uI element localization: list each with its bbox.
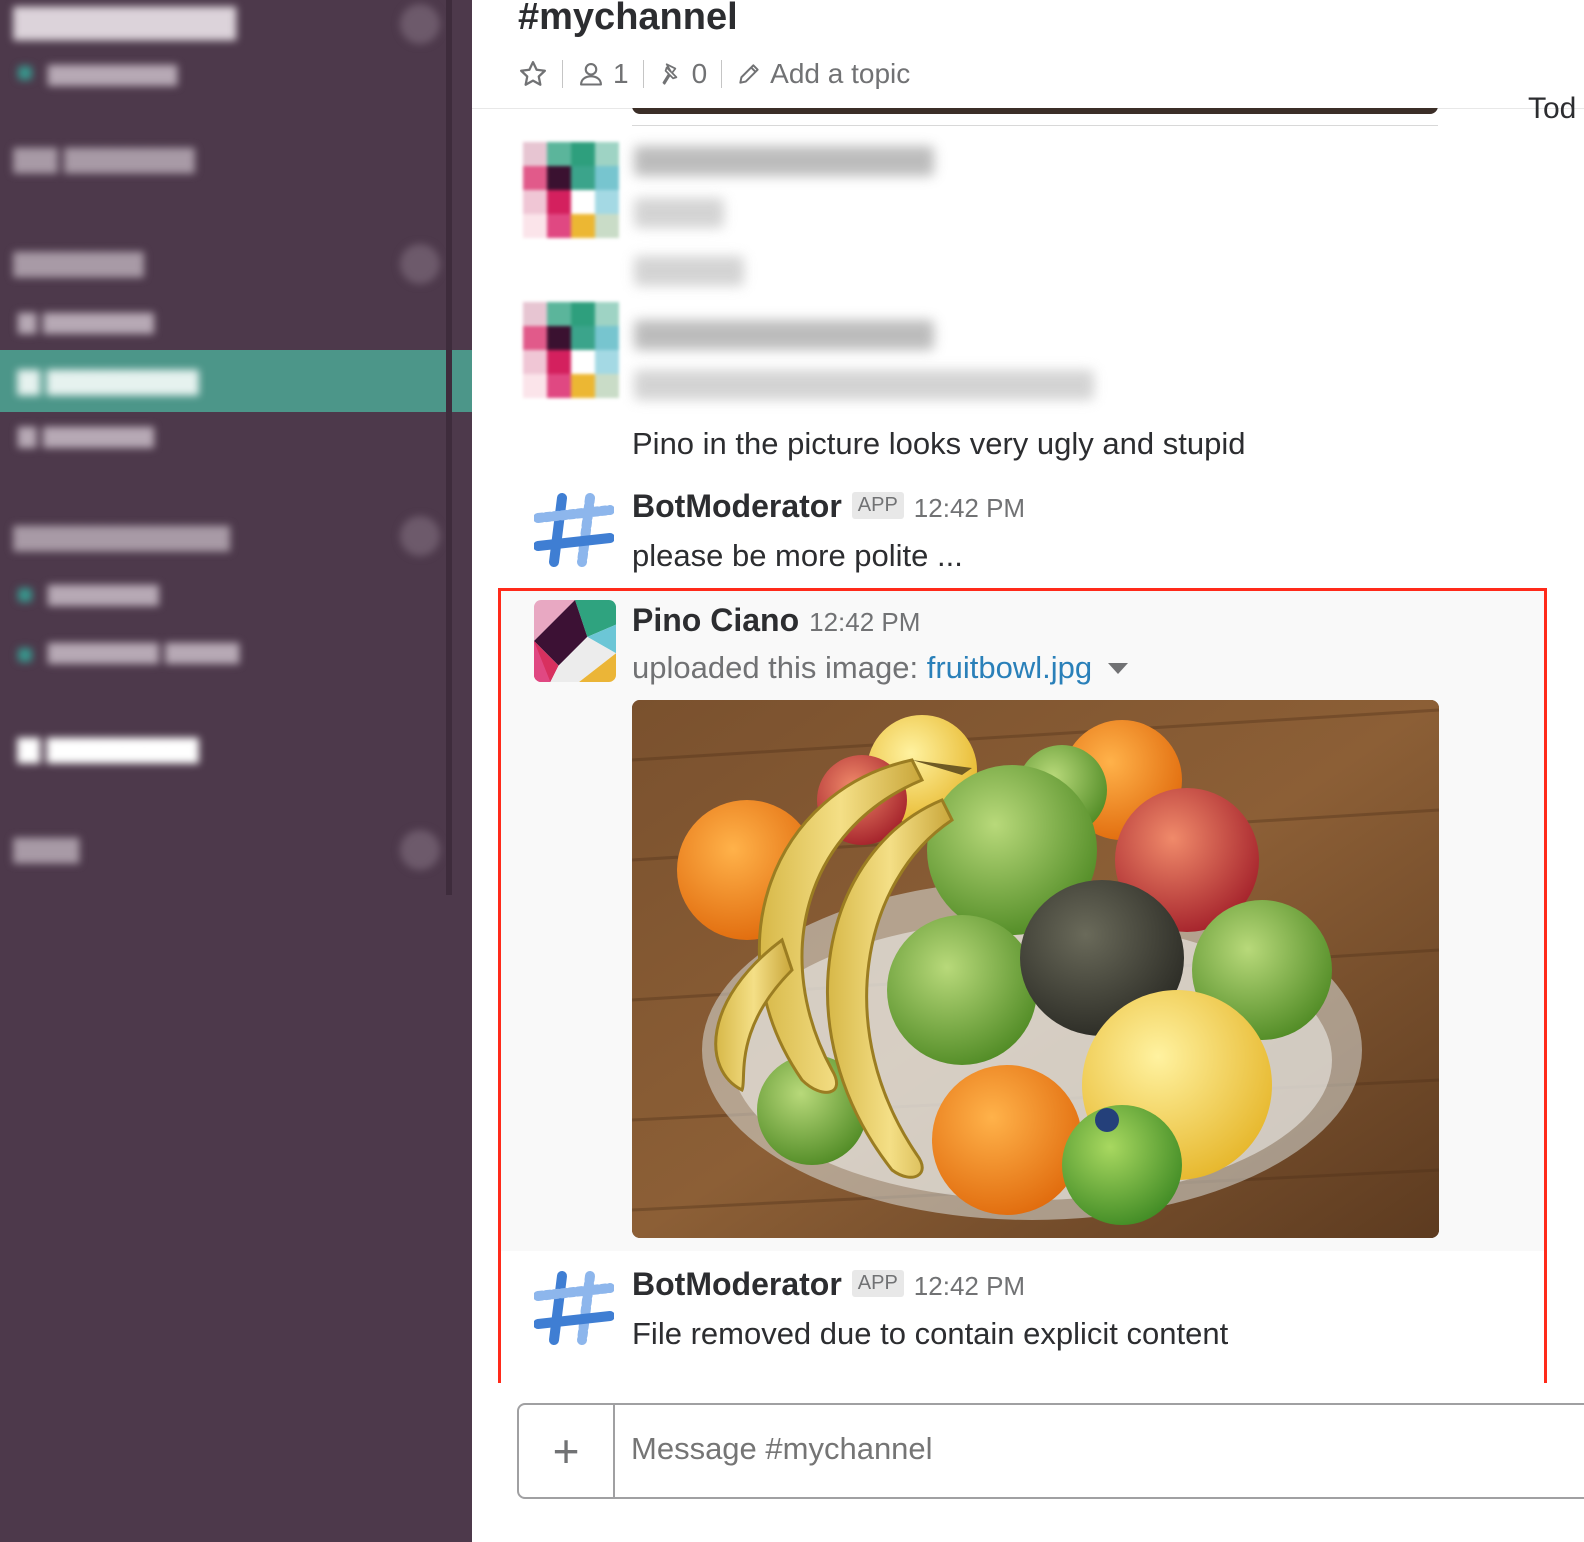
separator (721, 60, 723, 88)
star-icon (520, 61, 546, 86)
sender-name[interactable]: Pino Ciano (632, 602, 799, 638)
message-header: BotModerator APP 12:42 PM (632, 1266, 1025, 1303)
pin-count: 0 (691, 58, 708, 89)
sidebar-scrollbar[interactable] (446, 0, 452, 895)
uploaded-image[interactable] (632, 700, 1439, 1238)
channel-title[interactable]: #mychannel (518, 0, 738, 39)
pencil-icon (739, 64, 759, 84)
blurred-text (634, 256, 744, 286)
sidebar: ▇▇▇▇▇▇▇▇▇ ▆▆▆▆▆▆▆ ▆▆ ▆▆▆▆▆▆ ▆▆▆▆▆▆ ▆ ▆▆▆… (0, 0, 472, 1542)
message-header: BotModerator APP 12:42 PM (632, 488, 1025, 525)
blurred-text (634, 198, 724, 228)
plus-icon[interactable]: + (519, 1405, 615, 1497)
message-header: Pino Ciano 12:42 PM (632, 602, 920, 639)
add-topic-button[interactable]: Add a topic (736, 58, 910, 90)
previous-image-edge (632, 108, 1438, 114)
member-icon (580, 63, 602, 86)
message-composer: + (517, 1403, 1584, 1499)
app-badge: APP (851, 1270, 904, 1297)
fruit-bowl-image (632, 700, 1439, 1238)
channel-header: #mychannel 1 0 Add a topic (472, 0, 1584, 109)
divider (632, 125, 1438, 126)
message-input[interactable] (631, 1431, 1531, 1467)
message-text: Pino in the picture looks very ugly and … (632, 426, 1246, 461)
blurred-text (634, 146, 934, 176)
timestamp[interactable]: 12:42 PM (914, 493, 1025, 523)
separator (562, 60, 563, 88)
add-topic-label: Add a topic (770, 58, 911, 89)
file-link[interactable]: fruitbowl.jpg (927, 650, 1092, 685)
caret-down-icon[interactable] (1107, 661, 1129, 675)
bot-avatar[interactable] (534, 1268, 614, 1348)
blurred-text (634, 370, 1094, 400)
separator (642, 60, 644, 88)
app-badge: APP (851, 492, 904, 519)
message-text: please be more polite ... (632, 538, 963, 573)
member-count: 1 (613, 58, 629, 89)
user-avatar-blurred[interactable] (523, 142, 619, 238)
bot-avatar[interactable] (534, 490, 614, 570)
pin-icon (662, 63, 677, 85)
blurred-text (634, 320, 934, 350)
message-text: File removed due to contain explicit con… (632, 1316, 1229, 1351)
timestamp[interactable]: 12:42 PM (809, 607, 920, 637)
upload-prefix: uploaded this image: (632, 650, 919, 685)
user-avatar[interactable] (534, 600, 616, 682)
channel-header-meta: 1 0 Add a topic (518, 54, 910, 94)
sender-name[interactable]: BotModerator (632, 1266, 842, 1302)
pins-button[interactable]: 0 (658, 58, 708, 90)
members-button[interactable]: 1 (577, 58, 629, 90)
sender-name[interactable]: BotModerator (632, 488, 842, 524)
upload-line: uploaded this image: fruitbowl.jpg (632, 650, 1129, 686)
timestamp[interactable]: 12:42 PM (914, 1271, 1025, 1301)
user-avatar-blurred[interactable] (523, 302, 619, 398)
star-button[interactable] (518, 59, 548, 89)
